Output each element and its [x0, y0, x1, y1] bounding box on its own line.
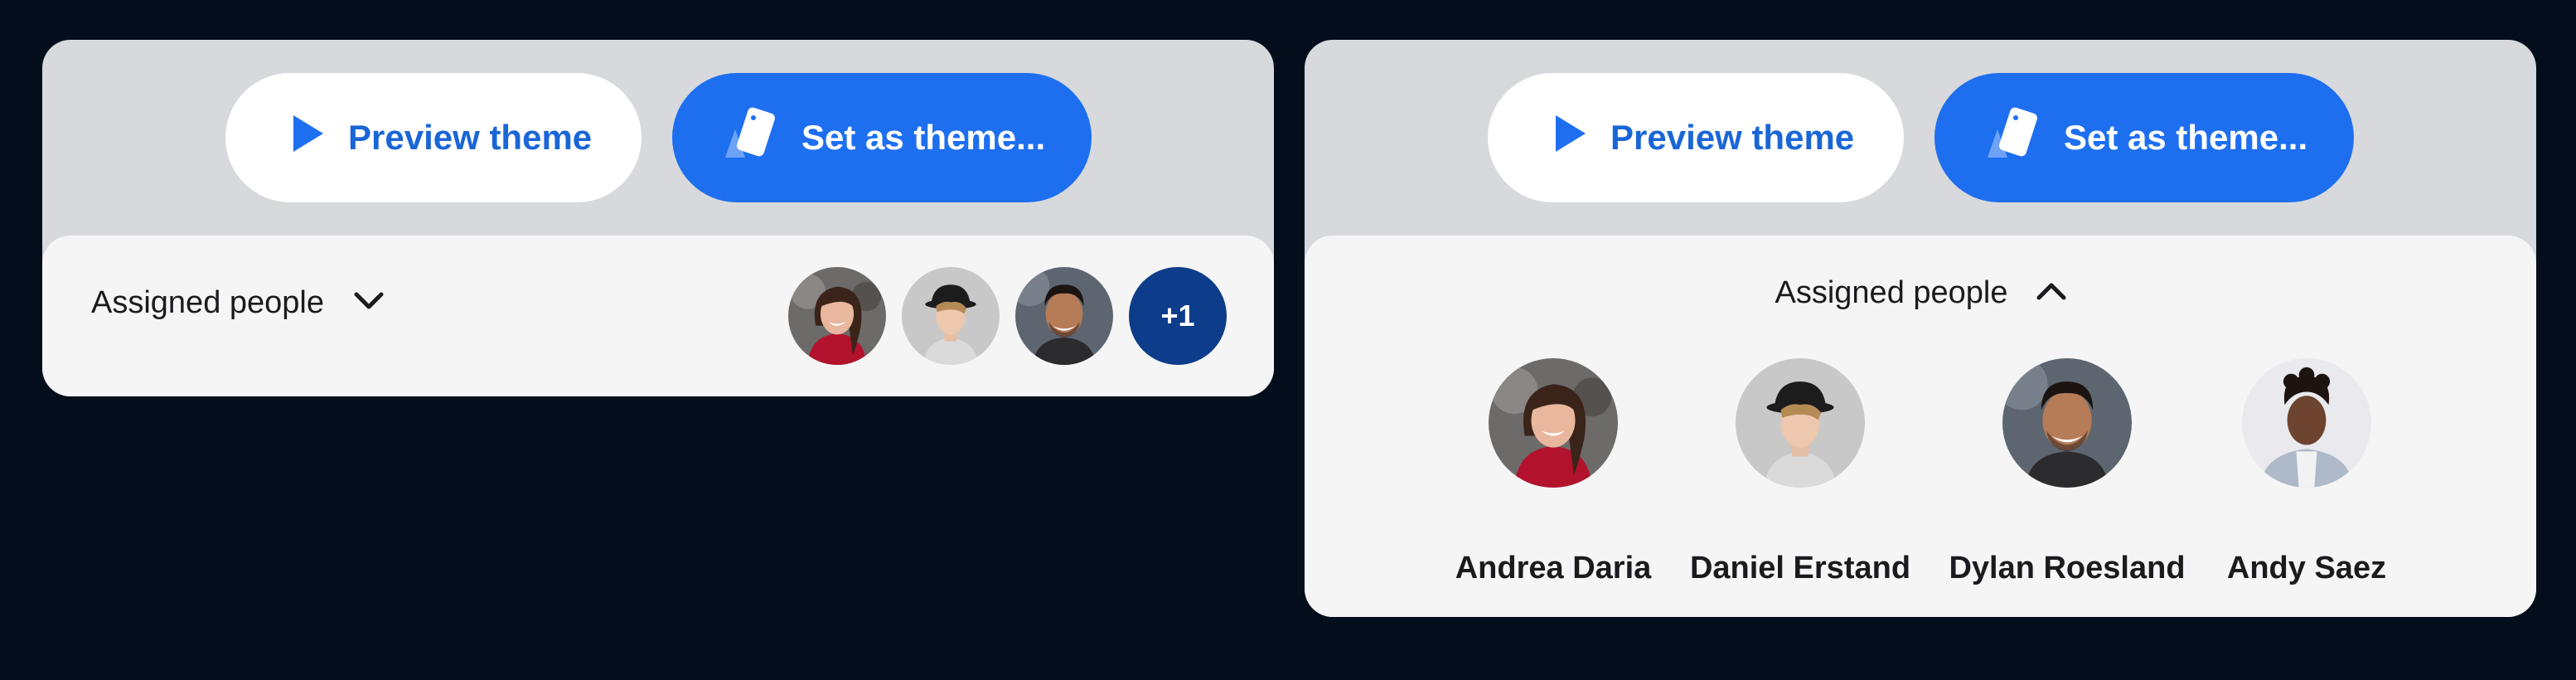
set-as-theme-button[interactable]: Set as theme... — [1934, 73, 2354, 202]
preview-theme-button[interactable]: Preview theme — [1488, 73, 1904, 202]
assigned-people-toggle[interactable]: Assigned people — [1305, 275, 2536, 311]
action-bar: Preview theme Set as theme... — [42, 40, 1274, 236]
assigned-people-panel: Assigned people +1 — [42, 236, 1274, 396]
person-name: Andy Saez — [2226, 551, 2387, 585]
theme-card-collapsed: Preview theme Set as theme... Assigned p… — [42, 40, 1274, 396]
person-name: Dylan Roesland — [1949, 551, 2186, 585]
avatar-dylan-roesland[interactable] — [1015, 267, 1113, 365]
avatar-andy-saez[interactable] — [2242, 358, 2371, 488]
play-icon — [292, 114, 325, 162]
set-as-theme-label: Set as theme... — [2064, 118, 2308, 157]
chevron-down-icon — [354, 292, 384, 314]
avatar-dylan-roesland[interactable] — [2002, 358, 2132, 488]
person-name: Andrea Daria — [1455, 551, 1652, 585]
more-people-count: +1 — [1160, 299, 1195, 333]
assigned-people-label: Assigned people — [91, 285, 324, 320]
more-people-badge[interactable]: +1 — [1129, 267, 1227, 365]
theme-card-expanded: Preview theme Set as theme... Assigned p… — [1305, 40, 2536, 617]
avatar-andrea-daria[interactable] — [788, 267, 886, 365]
assigned-people-toggle[interactable]: Assigned people — [91, 285, 384, 321]
theme-cards-icon — [720, 106, 778, 169]
preview-theme-label: Preview theme — [1610, 118, 1855, 157]
avatar-andrea-daria[interactable] — [1489, 358, 1618, 488]
avatar-daniel-erstand[interactable] — [902, 267, 1000, 365]
preview-theme-label: Preview theme — [348, 118, 593, 157]
theme-cards-icon — [1983, 106, 2041, 169]
set-as-theme-button[interactable]: Set as theme... — [672, 73, 1092, 202]
avatar-daniel-erstand[interactable] — [1736, 358, 1865, 488]
play-icon — [1554, 114, 1587, 162]
preview-theme-button[interactable]: Preview theme — [225, 73, 642, 202]
action-bar: Preview theme Set as theme... — [1305, 40, 2536, 236]
chevron-up-icon — [2036, 282, 2066, 304]
assigned-people-panel: Assigned people Andrea Daria Daniel Erst… — [1305, 236, 2536, 617]
assigned-people-label: Assigned people — [1775, 275, 2008, 310]
set-as-theme-label: Set as theme... — [801, 118, 1046, 157]
person-name: Daniel Erstand — [1689, 551, 1911, 585]
